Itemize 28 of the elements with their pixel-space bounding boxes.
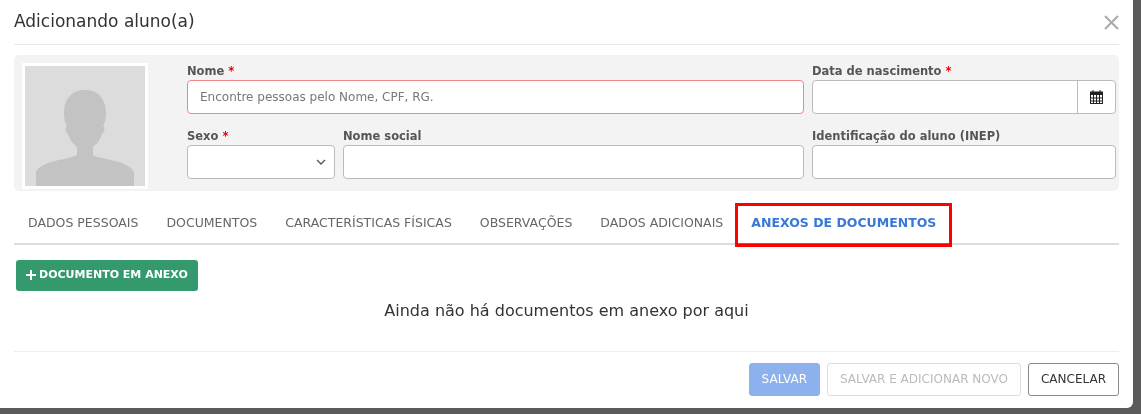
tab[interactable]: OBSERVAÇÕES <box>465 205 587 245</box>
tab[interactable]: DOCUMENTOS <box>152 205 272 245</box>
text-field[interactable]: Encontre pessoas pelo Nome, CPF, RG. <box>187 80 804 114</box>
field-label: Identificação do aluno (INEP) <box>812 129 1001 143</box>
date-field[interactable] <box>812 80 1116 114</box>
required-mark: * <box>228 64 235 78</box>
field-label: Nome <box>187 64 225 78</box>
button[interactable]: CANCELAR <box>1027 362 1119 396</box>
plus-icon <box>26 270 36 281</box>
add-document-button[interactable]: DOCUMENTO EM ANEXO <box>16 259 198 291</box>
empty-message: Ainda não há documentos em anexo por aqui <box>384 300 749 320</box>
text-field[interactable] <box>343 145 804 179</box>
close-icon[interactable] <box>1104 14 1119 30</box>
text-field[interactable] <box>812 145 1116 179</box>
tab[interactable]: CARACTERÍSTICAS FÍSICAS <box>271 205 466 245</box>
chevron-down-icon <box>316 159 326 165</box>
modal-title: Adicionando aluno(a) <box>14 10 195 34</box>
tab[interactable]: DADOS ADICIONAIS <box>586 205 738 245</box>
tab[interactable]: DADOS PESSOAIS <box>14 205 153 245</box>
select-field[interactable] <box>187 145 335 179</box>
field-label: Sexo <box>187 129 219 143</box>
tab[interactable]: ANEXOS DE DOCUMENTOS <box>737 205 951 245</box>
avatar-icon <box>25 66 145 186</box>
field-label: Data de nascimento <box>812 64 942 78</box>
required-mark: * <box>222 129 229 143</box>
field-label: Nome social <box>343 129 422 143</box>
required-mark: * <box>945 64 952 78</box>
calendar-icon[interactable] <box>1090 90 1103 104</box>
